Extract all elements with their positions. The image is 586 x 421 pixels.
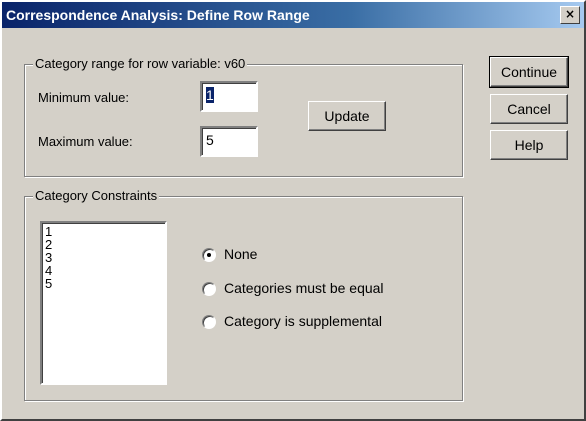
list-item[interactable]: 3: [45, 251, 162, 264]
title-bar[interactable]: Correspondence Analysis: Define Row Rang…: [2, 2, 584, 28]
list-item[interactable]: 2: [45, 238, 162, 251]
window-title: Correspondence Analysis: Define Row Rang…: [6, 7, 310, 23]
dialog-window: Correspondence Analysis: Define Row Rang…: [0, 0, 586, 421]
continue-button[interactable]: Continue: [489, 56, 569, 88]
list-item[interactable]: 1: [45, 225, 162, 238]
list-item[interactable]: 4: [45, 264, 162, 277]
category-constraints-legend: Category Constraints: [33, 188, 160, 203]
help-button[interactable]: Help: [490, 130, 568, 160]
radio-selected-dot: [207, 253, 211, 257]
minimum-value-label: Minimum value:: [38, 90, 130, 105]
maximum-value-input[interactable]: 5: [200, 126, 258, 157]
maximum-value-text: 5: [206, 132, 214, 148]
row-range-legend: Category range for row variable: v60: [33, 56, 248, 71]
constraint-option-label: Categories must be equal: [224, 280, 384, 296]
close-icon: ×: [564, 7, 576, 21]
minimum-value-input[interactable]: 1: [200, 81, 258, 112]
radio-button[interactable]: [202, 315, 216, 329]
maximum-value-label: Maximum value:: [38, 134, 133, 149]
close-button[interactable]: ×: [560, 6, 580, 24]
category-list[interactable]: 1 2 3 4 5: [40, 221, 167, 385]
update-button[interactable]: Update: [308, 101, 386, 131]
constraint-option-label: Category is supplemental: [224, 313, 382, 329]
cancel-button[interactable]: Cancel: [490, 94, 568, 124]
radio-button[interactable]: [202, 248, 216, 262]
list-item[interactable]: 5: [45, 277, 162, 290]
radio-button[interactable]: [202, 282, 216, 296]
minimum-value-text: 1: [206, 87, 214, 103]
constraint-option-label: None: [224, 246, 258, 262]
